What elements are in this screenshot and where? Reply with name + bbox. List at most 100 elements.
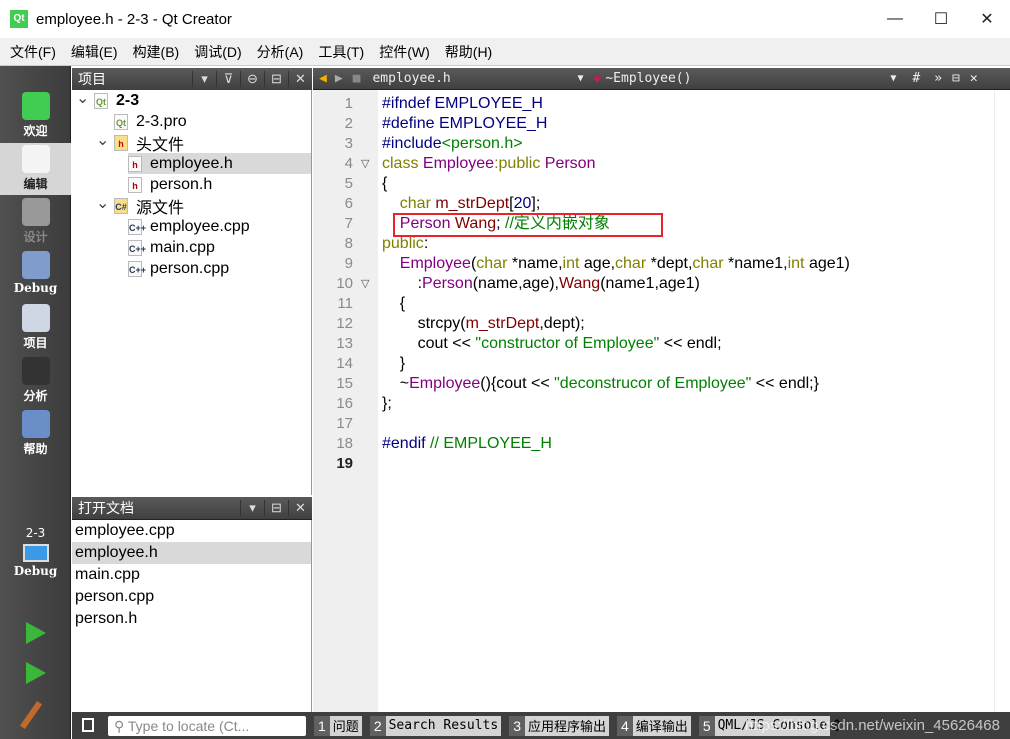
kit-project-label: 2-3 xyxy=(25,526,46,540)
menu-item[interactable]: 文件(F) xyxy=(5,42,61,62)
fold-chevron-icon[interactable]: ▽ xyxy=(361,154,369,174)
headers-folder-icon: h xyxy=(114,134,128,151)
open-document-item[interactable]: employee.h xyxy=(72,542,311,564)
sources-folder-icon: C# xyxy=(114,197,128,214)
back-arrow-icon[interactable]: ◀ xyxy=(319,71,327,86)
open-document-item[interactable]: person.cpp xyxy=(72,586,311,608)
header-file-icon: h xyxy=(128,176,142,193)
chevron-down-icon[interactable]: ⌄ xyxy=(76,88,89,108)
chevron-down-icon[interactable]: ⌄ xyxy=(96,130,109,150)
close-editor-icon[interactable]: ✕ xyxy=(970,71,978,86)
menu-item[interactable]: 控件(W) xyxy=(374,42,435,62)
menu-item[interactable]: 帮助(H) xyxy=(440,42,497,62)
mode-2[interactable]: 设计 xyxy=(0,196,71,248)
cpp-file-icon: C++ xyxy=(128,218,146,235)
projects-panel-title[interactable]: 项目 xyxy=(78,69,106,89)
menu-item[interactable]: 构建(B) xyxy=(128,42,185,62)
line-number: 6 xyxy=(344,195,353,212)
pane-number: 3 xyxy=(509,715,525,736)
tree-item[interactable]: h person.h xyxy=(128,174,311,195)
output-pane-button[interactable]: 1 问题 xyxy=(314,715,362,736)
hash-button[interactable]: # xyxy=(912,71,920,86)
mode-0[interactable]: 欢迎 xyxy=(0,90,71,142)
mode-selector: 2-3 Debug 欢迎 编辑设计 Debug 项目 分析 帮助 xyxy=(0,66,71,739)
tree-item[interactable]: C++ main.cpp xyxy=(128,237,311,258)
vertical-scrollbar[interactable] xyxy=(994,90,1010,712)
dropdown-icon[interactable]: ▾ xyxy=(240,500,264,516)
mode-6[interactable]: 帮助 xyxy=(0,408,71,460)
tree-item[interactable]: h 头文件 xyxy=(114,132,311,154)
pane-label: 应用程序输出 xyxy=(527,720,606,735)
dropdown-icon[interactable]: ▼ xyxy=(577,73,583,84)
menu-item[interactable]: 调试(D) xyxy=(189,42,246,62)
open-document-item[interactable]: main.cpp xyxy=(72,564,311,586)
output-pane-button[interactable]: 2 Search Results xyxy=(369,715,502,736)
code-token: #endif xyxy=(382,435,431,452)
more-icon[interactable]: » xyxy=(934,71,942,86)
line-number: 11 xyxy=(337,295,353,312)
dropdown-icon[interactable]: ▾ xyxy=(192,71,216,87)
maximize-button[interactable]: ☐ xyxy=(918,0,964,38)
split-icon[interactable]: ⊟ xyxy=(264,71,288,87)
tree-item[interactable]: Qt 2-3.pro xyxy=(114,111,311,132)
tree-item-label: person.h xyxy=(150,175,213,193)
kit-selector[interactable]: 2-3 Debug xyxy=(0,526,71,586)
menu-item[interactable]: 编辑(E) xyxy=(66,42,123,62)
code-token: public xyxy=(382,235,424,252)
menu-item[interactable]: 分析(A) xyxy=(252,42,309,62)
dropdown-icon[interactable]: ▼ xyxy=(890,73,896,84)
symbol-icon: ◆ xyxy=(593,71,602,86)
forward-arrow-icon[interactable]: ▶ xyxy=(335,71,343,86)
code-token: // EMPLOYEE_H xyxy=(430,435,552,452)
code-line: { xyxy=(382,174,387,194)
close-panel-icon[interactable]: ✕ xyxy=(288,500,312,516)
split-icon[interactable]: ⊟ xyxy=(952,71,960,86)
file-selector[interactable]: employee.h xyxy=(372,71,577,86)
split-icon[interactable]: ⊟ xyxy=(264,500,288,516)
watermark: https://blog.csdn.net/weixin_45626468 xyxy=(744,717,1000,734)
mode-1[interactable]: 编辑 xyxy=(0,143,71,195)
mode-5[interactable]: 分析 xyxy=(0,355,71,407)
line-number-gutter: 1 2 3 4 ▽ 5 6 7 8 9 10 ▽ 11 12 13 14 15 16 17 18 19 xyxy=(313,90,378,712)
code-line: } xyxy=(382,354,405,374)
qt-app-icon: Qt xyxy=(10,10,28,28)
code-token: strcpy( xyxy=(382,315,466,332)
code-token: { xyxy=(382,295,406,312)
tree-item[interactable]: C++ person.cpp xyxy=(128,258,311,279)
code-editor[interactable]: #ifndef EMPLOYEE_H #define EMPLOYEE_H #inc… xyxy=(378,90,994,712)
toggle-sidebar-icon[interactable] xyxy=(82,718,94,732)
symbol-selector[interactable]: ~Employee() xyxy=(605,71,890,86)
code-token: : xyxy=(423,235,429,252)
menu-item[interactable]: 工具(T) xyxy=(313,42,369,62)
minimize-button[interactable]: — xyxy=(872,0,918,38)
code-token: Employee xyxy=(399,255,471,272)
open-document-item[interactable]: person.h xyxy=(72,608,311,630)
close-button[interactable]: ✕ xyxy=(964,0,1010,38)
build-hammer-icon[interactable] xyxy=(19,700,43,730)
filter-icon[interactable]: ⊽ xyxy=(216,71,240,87)
line-number: 8 xyxy=(344,235,353,252)
tree-item-label: 2-3 xyxy=(116,91,140,109)
tree-item[interactable]: Qt 2-3 xyxy=(94,90,311,111)
tree-item[interactable]: C# 源文件 xyxy=(114,195,311,217)
run-button[interactable] xyxy=(26,622,46,644)
mode-label: 设计 xyxy=(23,230,48,244)
project-tree: Qt 2-3 ⌄ Qt 2-3.pro h 头文件 ⌄ h employee.h h person.h… xyxy=(72,90,312,495)
qt-logo-icon xyxy=(21,92,50,120)
close-panel-icon[interactable]: ✕ xyxy=(288,71,312,87)
output-pane-button[interactable]: 4 编译输出 xyxy=(617,715,691,736)
mode-3[interactable]: Debug xyxy=(0,249,71,301)
output-pane-button[interactable]: 3 应用程序输出 xyxy=(509,715,609,736)
fold-chevron-icon[interactable]: ▽ xyxy=(361,274,369,294)
line-number: 1 xyxy=(344,95,353,112)
debug-run-button[interactable] xyxy=(26,662,46,684)
locator-input[interactable]: ⚲ Type to locate (Ct... xyxy=(108,715,306,736)
sync-link-icon[interactable]: ⊖ xyxy=(240,71,264,87)
tree-item[interactable]: h employee.h xyxy=(128,153,311,174)
open-document-item[interactable]: employee.cpp xyxy=(72,520,311,542)
tree-item[interactable]: C++ employee.cpp xyxy=(128,216,311,237)
mode-label: Debug xyxy=(13,281,58,295)
chevron-down-icon[interactable]: ⌄ xyxy=(96,193,109,213)
mode-4[interactable]: 项目 xyxy=(0,302,71,354)
line-number: 19 xyxy=(336,455,353,472)
